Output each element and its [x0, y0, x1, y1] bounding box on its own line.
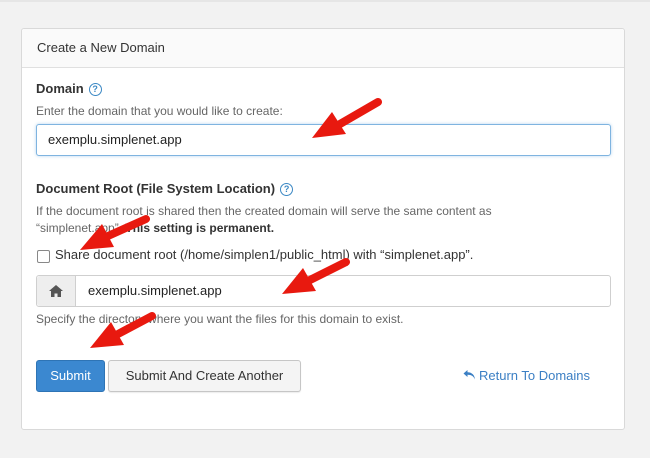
- docroot-input[interactable]: exemplu.simplenet.app: [88, 276, 222, 306]
- domain-label: Domain?: [36, 81, 102, 96]
- docroot-help-icon[interactable]: ?: [280, 183, 294, 196]
- top-divider: [0, 0, 650, 2]
- domain-help-icon[interactable]: ?: [88, 83, 102, 96]
- submit-create-another-button[interactable]: Submit And Create Another: [108, 360, 301, 392]
- domain-label-text: Domain: [36, 81, 84, 96]
- return-arrow-icon: [463, 370, 475, 380]
- docroot-input-group: exemplu.simplenet.app: [36, 275, 611, 307]
- panel-title: Create a New Domain: [37, 40, 165, 55]
- return-to-domains-label: Return To Domains: [479, 368, 591, 383]
- panel-header: Create a New Domain: [22, 29, 624, 68]
- docroot-specify-hint: Specify the directory where you want the…: [36, 312, 404, 326]
- submit-button[interactable]: Submit: [36, 360, 105, 392]
- share-docroot-label[interactable]: Share document root (/home/simplen1/publ…: [55, 247, 473, 262]
- create-domain-panel: Create a New Domain Domain? Enter the do…: [21, 28, 625, 430]
- docroot-label-text: Document Root (File System Location): [36, 181, 276, 196]
- share-docroot-checkbox[interactable]: [37, 250, 50, 263]
- return-to-domains-link[interactable]: Return To Domains: [463, 368, 590, 383]
- docroot-hint-line2: “simplenet.app”. This setting is permane…: [36, 221, 274, 235]
- home-icon: [49, 285, 63, 297]
- docroot-label: Document Root (File System Location)?: [36, 181, 294, 196]
- home-addon: [37, 276, 76, 306]
- docroot-hint-prefix: “simplenet.app”.: [36, 221, 126, 235]
- docroot-hint-permanent: This setting is permanent.: [125, 221, 275, 235]
- domain-input[interactable]: exemplu.simplenet.app: [36, 124, 611, 156]
- domain-hint: Enter the domain that you would like to …: [36, 104, 283, 118]
- docroot-hint-line1: If the document root is shared then the …: [36, 204, 492, 218]
